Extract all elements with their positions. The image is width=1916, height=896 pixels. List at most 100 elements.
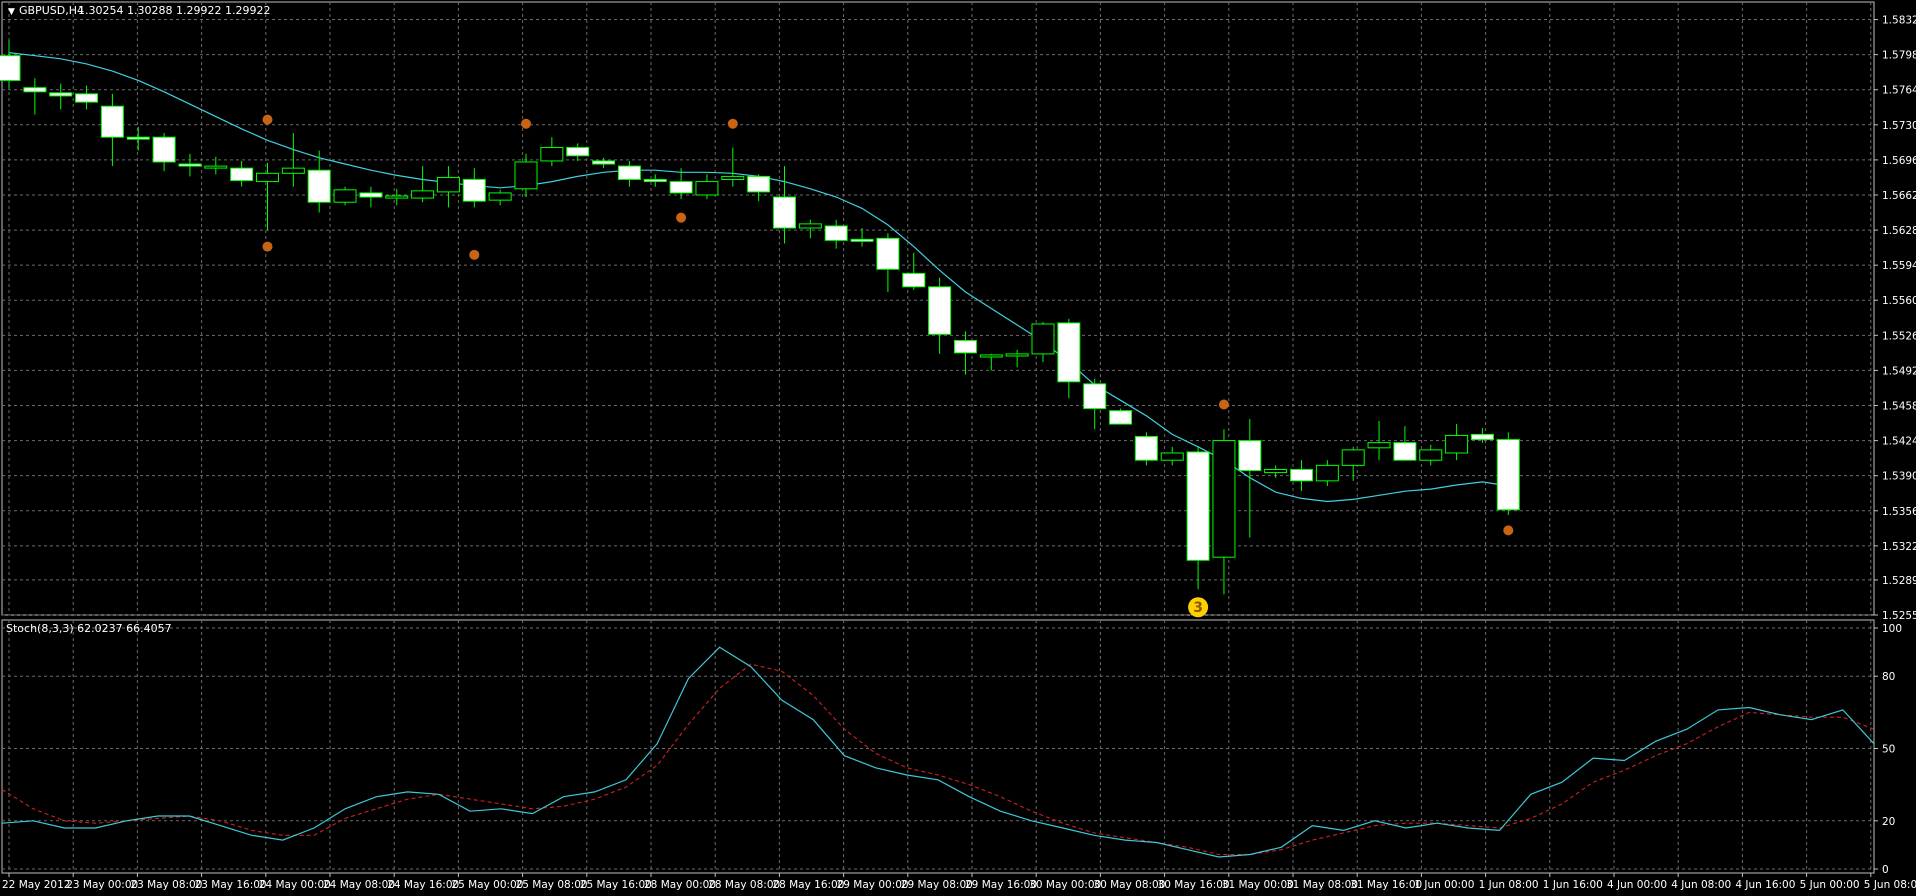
candle-body-bear: [307, 169, 331, 203]
candle-body-bull: [1005, 353, 1029, 357]
candle-body-bear: [100, 105, 124, 138]
candle-body-bull: [204, 165, 228, 169]
candle: [1496, 432, 1520, 515]
price-tick-label: 1.54240: [1882, 436, 1916, 448]
candle-body-bear: [617, 165, 641, 181]
candle-body-bear: [1393, 442, 1417, 461]
time-tick-label: 29 May 00:00: [837, 879, 909, 891]
price-tick-label: 1.57980: [1882, 50, 1916, 62]
fractal-up-marker: [1218, 399, 1229, 410]
candle-body-bear: [876, 237, 900, 270]
fractal-up-marker: [521, 118, 531, 129]
stoch-tick-label: 100: [1882, 623, 1902, 635]
time-tick-label: 31 May 16:00: [1350, 879, 1422, 891]
candle-body-bear: [747, 175, 771, 193]
candle-body-bear: [1109, 410, 1133, 425]
fractal-down-marker: [469, 249, 480, 260]
price-tick-label: 1.56960: [1882, 155, 1916, 167]
candle-body-bull: [1445, 434, 1469, 454]
time-tick-label: 25 May 08:00: [516, 879, 588, 891]
candle-body-bull: [695, 181, 719, 196]
candle-body-bear: [178, 163, 202, 167]
candle-body-bear: [850, 238, 874, 242]
candle-body-bull: [436, 176, 460, 193]
candle-body-bull: [1419, 449, 1443, 461]
price-tick-label: 1.56280: [1882, 225, 1916, 237]
signal-badge: 3: [1188, 597, 1209, 618]
price-tick-label: 1.53220: [1882, 541, 1916, 553]
time-tick-label: 4 Jun 00:00: [1607, 879, 1667, 891]
time-tick-label: 28 May 00:00: [644, 879, 716, 891]
candle-body-bear: [928, 286, 952, 335]
candle-body-bull: [979, 354, 1003, 358]
candle-body-bear: [152, 136, 176, 163]
time-tick-label: 1 Jun 00:00: [1414, 879, 1474, 891]
time-tick-label: 1 Jun 08:00: [1479, 879, 1539, 891]
time-tick-label: 22 May 2012: [2, 879, 70, 891]
time-tick-label: 31 May 00:00: [1222, 879, 1294, 891]
candle-body-bear: [669, 181, 693, 194]
candle-body-bear: [462, 179, 486, 202]
time-tick-label: 29 May 08:00: [901, 879, 973, 891]
price-tick-label: 1.57640: [1882, 85, 1916, 97]
candle-body-bear: [953, 339, 977, 354]
fractal-down-marker: [676, 212, 687, 223]
stoch-tick-label: 80: [1882, 671, 1895, 683]
price-tick-label: 1.55940: [1882, 260, 1916, 272]
time-tick-label: 24 May 08:00: [323, 879, 395, 891]
price-tick-label: 1.54580: [1882, 401, 1916, 413]
candle: [333, 186, 357, 206]
candle-body-bull: [385, 195, 409, 199]
price-tick-label: 1.54920: [1882, 365, 1916, 377]
stoch-tick-label: 0: [1882, 864, 1889, 876]
candle-body-bear: [1290, 468, 1313, 482]
stoch-tick-label: 50: [1882, 744, 1895, 756]
ohlc-values: 1.30254 1.30288 1.29922 1.29922: [78, 4, 270, 17]
fractal-up-marker: [727, 118, 738, 129]
candle-body-bear: [902, 272, 926, 288]
time-tick-label: 1 Jun 16:00: [1543, 879, 1603, 891]
candle-body-bull: [1031, 323, 1055, 355]
time-tick-label: 23 May 00:00: [66, 879, 138, 891]
candle-body-bull: [540, 147, 564, 162]
candle-body-bear: [1496, 439, 1520, 511]
time-tick-label: 25 May 16:00: [580, 879, 652, 891]
candle-body-bear: [0, 55, 21, 81]
candle-body-bear: [1238, 440, 1262, 472]
time-tick-label: 5 Jun 00:00: [1800, 879, 1860, 891]
time-tick-label: 4 Jun 08:00: [1671, 879, 1731, 891]
candle-body-bear: [75, 93, 99, 103]
candle-body-bull: [488, 192, 512, 201]
candle-body-bear: [773, 196, 796, 229]
time-tick-label: 29 May 16:00: [965, 879, 1037, 891]
price-tick-label: 1.53560: [1882, 506, 1916, 518]
price-tick-label: 1.52890: [1882, 575, 1916, 587]
stoch-title: Stoch(8,3,3) 62.0237 66.4057: [6, 622, 172, 635]
candle-body-bear: [49, 92, 73, 97]
candle-body-bull: [1315, 464, 1339, 482]
candle: [1134, 432, 1158, 466]
candle-body-bear: [592, 160, 616, 165]
candle-body-bear: [643, 179, 667, 183]
candle-body-bear: [359, 192, 383, 198]
candle-body-bear: [1083, 383, 1107, 410]
time-tick-label: 23 May 16:00: [195, 879, 267, 891]
candle-body-bear: [1186, 451, 1210, 561]
candle-body-bull: [1212, 440, 1236, 558]
symbol-menu-icon[interactable]: ▼: [8, 7, 15, 17]
chart-background: [0, 0, 1916, 896]
candle-body-bull: [514, 161, 538, 190]
time-tick-label: 23 May 08:00: [130, 879, 202, 891]
time-tick-label: 30 May 08:00: [1093, 879, 1165, 891]
candle-body-bull: [1341, 449, 1365, 466]
candle-body-bear: [824, 225, 848, 241]
candle-body-bear: [126, 136, 150, 140]
price-tick-label: 1.57300: [1882, 120, 1916, 132]
candle-body-bear: [1057, 322, 1081, 383]
time-tick-label: 30 May 00:00: [1029, 879, 1101, 891]
time-tick-label: 24 May 16:00: [387, 879, 459, 891]
price-tick-label: 1.53900: [1882, 471, 1916, 483]
price-tick-label: 1.55600: [1882, 295, 1916, 307]
price-tick-label: 1.58320: [1882, 15, 1916, 27]
price-tick-label: 1.55260: [1882, 330, 1916, 342]
